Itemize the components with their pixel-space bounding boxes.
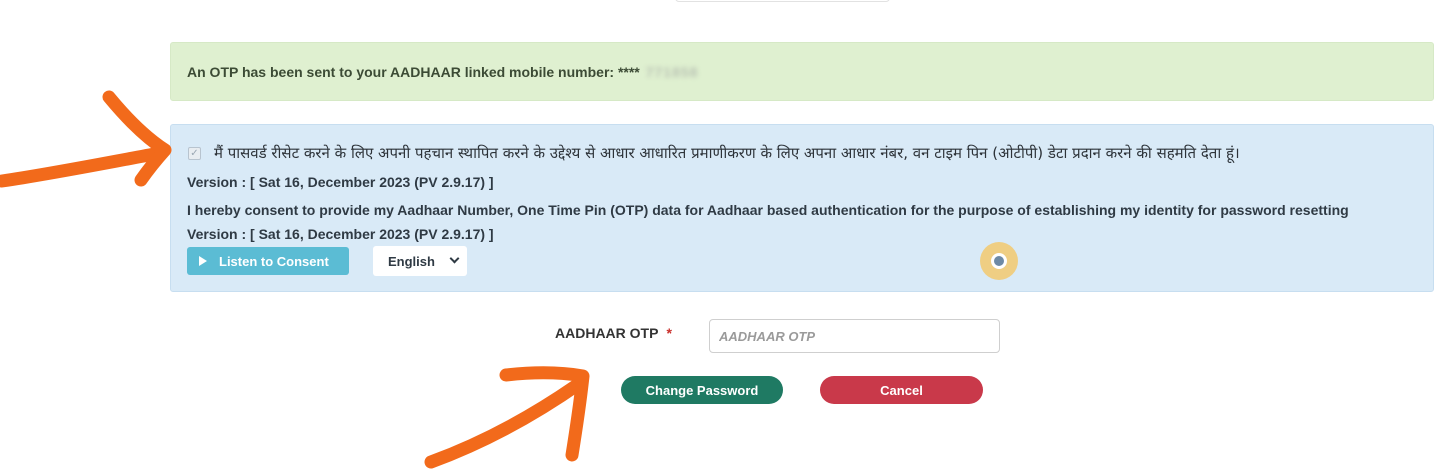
- consent-checkbox[interactable]: ✓: [188, 147, 201, 160]
- annotation-arrow-change-password: [424, 366, 590, 469]
- language-select[interactable]: English: [373, 246, 467, 276]
- cancel-button[interactable]: Cancel: [820, 376, 983, 404]
- language-selected-value: English: [388, 253, 435, 269]
- chevron-down-icon: [449, 253, 460, 264]
- aadhaar-otp-input[interactable]: [709, 319, 1000, 353]
- listen-to-consent-button[interactable]: Listen to Consent: [187, 247, 349, 275]
- top-input-edge: [675, 0, 890, 2]
- consent-panel: ✓ मैं पासवर्ड रीसेट करने के लिए अपनी पहच…: [170, 124, 1434, 292]
- consent-version: Version : [ Sat 16, December 2023 (PV 2.…: [187, 174, 494, 190]
- required-mark: *: [666, 325, 672, 341]
- masked-mobile-digits: 771858: [645, 63, 699, 80]
- annotation-arrow-consent: [0, 90, 172, 188]
- aadhaar-otp-label: AADHAAR OTP *: [555, 325, 672, 341]
- otp-sent-message: An OTP has been sent to your AADHAAR lin…: [187, 63, 640, 80]
- aadhaar-otp-label-text: AADHAAR OTP: [555, 325, 659, 341]
- consent-text-hindi: मैं पासवर्ड रीसेट करने के लिए अपनी पहचान…: [214, 144, 1240, 162]
- play-icon: [199, 256, 207, 266]
- listen-to-consent-label: Listen to Consent: [219, 253, 329, 269]
- change-password-button[interactable]: Change Password: [621, 376, 783, 404]
- otp-sent-alert: An OTP has been sent to your AADHAAR lin…: [170, 42, 1434, 101]
- consent-text-english: I hereby consent to provide my Aadhaar N…: [187, 202, 1349, 242]
- mouse-cursor-highlight: [980, 242, 1018, 280]
